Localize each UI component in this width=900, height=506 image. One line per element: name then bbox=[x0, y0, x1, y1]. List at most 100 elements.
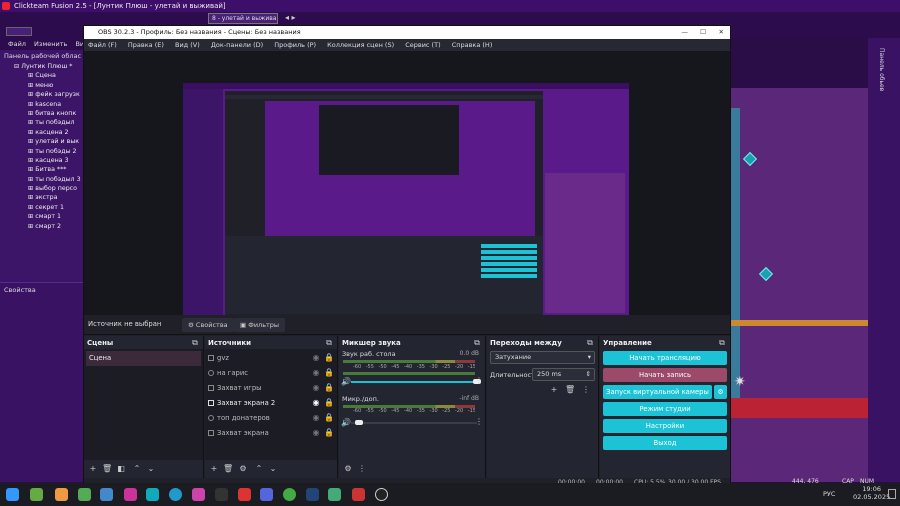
tree-root[interactable]: ⊟ Лунтик Плюш * bbox=[14, 62, 83, 71]
app-icon[interactable] bbox=[238, 488, 251, 501]
studio-mode-button[interactable]: Режим студии bbox=[603, 402, 727, 416]
scene-item[interactable]: Сцена bbox=[86, 351, 201, 366]
menu-tools[interactable]: Сервис (T) bbox=[405, 41, 440, 49]
visibility-icon[interactable]: ◉ bbox=[311, 428, 321, 438]
move-up-icon[interactable]: ⌃ bbox=[132, 464, 142, 474]
tree-item[interactable]: ⊞ смарт 1 bbox=[14, 212, 83, 221]
remove-transition-icon[interactable]: 🗑 bbox=[565, 385, 575, 395]
gem-sprite[interactable] bbox=[742, 151, 758, 167]
lock-icon[interactable]: 🔒 bbox=[324, 383, 334, 393]
volume-slider[interactable] bbox=[351, 381, 477, 383]
lock-icon[interactable]: 🔒 bbox=[324, 398, 334, 408]
notification-icon[interactable] bbox=[888, 489, 896, 499]
virtual-camera-settings-icon[interactable]: ⚙ bbox=[714, 385, 727, 399]
visibility-icon[interactable]: ◉ bbox=[311, 398, 321, 408]
move-down-icon[interactable]: ⌄ bbox=[268, 464, 278, 474]
speaker-icon[interactable]: 🔊 bbox=[341, 418, 351, 428]
frame-select[interactable]: 8 - улетай и выживай bbox=[208, 13, 278, 24]
zoom-select[interactable] bbox=[6, 27, 32, 36]
menu-docks[interactable]: Док-панели (D) bbox=[211, 41, 263, 49]
tree-item[interactable]: ⊞ касцена 3 bbox=[14, 156, 83, 165]
maximize-icon[interactable]: ☐ bbox=[700, 26, 706, 39]
app-icon[interactable] bbox=[192, 488, 205, 501]
menu-edit[interactable]: Правка (E) bbox=[128, 41, 164, 49]
remove-source-icon[interactable]: 🗑 bbox=[223, 464, 233, 474]
dock-undock-icon[interactable]: ⧉ bbox=[585, 338, 595, 348]
virtual-camera-button[interactable]: Запуск виртуальной камеры bbox=[603, 385, 712, 399]
app-icon[interactable] bbox=[30, 488, 43, 501]
channel-menu-icon[interactable]: ⋮ bbox=[474, 376, 484, 386]
steam-icon[interactable] bbox=[306, 488, 319, 501]
app-icon[interactable] bbox=[146, 488, 159, 501]
frame-editor-canvas[interactable]: ✷ bbox=[730, 88, 868, 482]
remove-scene-icon[interactable]: 🗑 bbox=[102, 464, 112, 474]
clock[interactable]: 19:06 02.05.2025 bbox=[853, 485, 890, 501]
menu-view[interactable]: Вид (V) bbox=[175, 41, 200, 49]
visibility-icon[interactable]: ◉ bbox=[311, 353, 321, 363]
start-recording-button[interactable]: Начать запись bbox=[603, 368, 727, 382]
tree-item[interactable]: ⊞ kascena bbox=[14, 100, 83, 109]
add-source-icon[interactable]: + bbox=[209, 464, 219, 474]
chrome-icon[interactable] bbox=[283, 488, 296, 501]
channel-menu-icon[interactable]: ⋮ bbox=[474, 417, 484, 427]
volume-slider[interactable] bbox=[351, 422, 477, 424]
tree-item[interactable]: ⊞ Сцена bbox=[14, 71, 83, 80]
gem-sprite[interactable] bbox=[758, 266, 774, 282]
fusion-taskbar-icon[interactable] bbox=[352, 488, 365, 501]
fusion-menu-edit[interactable]: Изменить bbox=[34, 40, 67, 48]
frame-nav-icons[interactable]: ◂ ▸ bbox=[285, 13, 296, 22]
tree-item[interactable]: ⊞ фейк загрузк bbox=[14, 90, 83, 99]
app-icon[interactable] bbox=[100, 488, 113, 501]
add-scene-icon[interactable]: + bbox=[88, 464, 98, 474]
tree-item[interactable]: ⊞ ты побэды 2 bbox=[14, 147, 83, 156]
mixer-menu-icon[interactable]: ⋮ bbox=[357, 464, 367, 474]
exit-button[interactable]: Выход bbox=[603, 436, 727, 450]
tree-item[interactable]: ⊞ ты побэдыл 3 bbox=[14, 175, 83, 184]
duration-input[interactable]: 250 ms ⇕ bbox=[532, 368, 595, 381]
menu-scene-collection[interactable]: Коллекция сцен (S) bbox=[327, 41, 394, 49]
mixer-settings-icon[interactable]: ⚙ bbox=[343, 464, 353, 474]
telegram-icon[interactable] bbox=[169, 488, 182, 501]
tree-item[interactable]: ⊞ ты побэдыл bbox=[14, 118, 83, 127]
tree-item[interactable]: ⊞ секрет 1 bbox=[14, 203, 83, 212]
dock-undock-icon[interactable]: ⧉ bbox=[472, 338, 482, 348]
settings-button[interactable]: Настройки bbox=[603, 419, 727, 433]
app-icon[interactable] bbox=[124, 488, 137, 501]
lock-icon[interactable]: 🔒 bbox=[324, 413, 334, 423]
visibility-icon[interactable]: ◉ bbox=[311, 368, 321, 378]
spike-sprite[interactable]: ✷ bbox=[734, 374, 746, 390]
start-icon[interactable] bbox=[6, 488, 19, 501]
lock-icon[interactable]: 🔒 bbox=[324, 368, 334, 378]
tree-item[interactable]: ⊞ касцена 2 bbox=[14, 128, 83, 137]
preview-area[interactable] bbox=[84, 51, 730, 335]
move-down-icon[interactable]: ⌄ bbox=[146, 464, 156, 474]
menu-profile[interactable]: Профиль (P) bbox=[274, 41, 316, 49]
dock-undock-icon[interactable]: ⧉ bbox=[324, 338, 334, 348]
move-up-icon[interactable]: ⌃ bbox=[254, 464, 264, 474]
menu-help[interactable]: Справка (H) bbox=[452, 41, 493, 49]
app-icon[interactable] bbox=[215, 488, 228, 501]
transition-select[interactable]: Затухание ▾ bbox=[490, 351, 595, 364]
menu-file[interactable]: Файл (F) bbox=[88, 41, 117, 49]
lock-icon[interactable]: 🔒 bbox=[324, 353, 334, 363]
minimize-icon[interactable]: — bbox=[682, 26, 689, 39]
lock-icon[interactable]: 🔒 bbox=[324, 428, 334, 438]
properties-button[interactable]: ⚙ Свойства bbox=[182, 318, 234, 332]
visibility-icon[interactable]: ◉ bbox=[311, 413, 321, 423]
source-settings-icon[interactable]: ⚙ bbox=[238, 464, 248, 474]
app-icon[interactable] bbox=[78, 488, 91, 501]
language-indicator[interactable]: РУС bbox=[823, 490, 835, 498]
app-icon[interactable] bbox=[55, 488, 68, 501]
discord-icon[interactable] bbox=[260, 488, 273, 501]
tree-item[interactable]: ⊞ улетай и вык bbox=[14, 137, 83, 146]
volume-knob[interactable] bbox=[355, 420, 363, 425]
visibility-icon[interactable]: ◉ bbox=[311, 383, 321, 393]
filters-button[interactable]: ▣ Фильтры bbox=[234, 318, 286, 332]
close-icon[interactable]: ✕ bbox=[719, 26, 724, 39]
transition-menu-icon[interactable]: ⋮ bbox=[581, 385, 591, 395]
obs-taskbar-icon[interactable] bbox=[375, 488, 388, 501]
tree-item[interactable]: ⊞ выбор персо bbox=[14, 184, 83, 193]
add-transition-icon[interactable]: + bbox=[549, 385, 559, 395]
tree-item[interactable]: ⊞ Битва *** bbox=[14, 165, 83, 174]
start-streaming-button[interactable]: Начать трансляцию bbox=[603, 351, 727, 365]
